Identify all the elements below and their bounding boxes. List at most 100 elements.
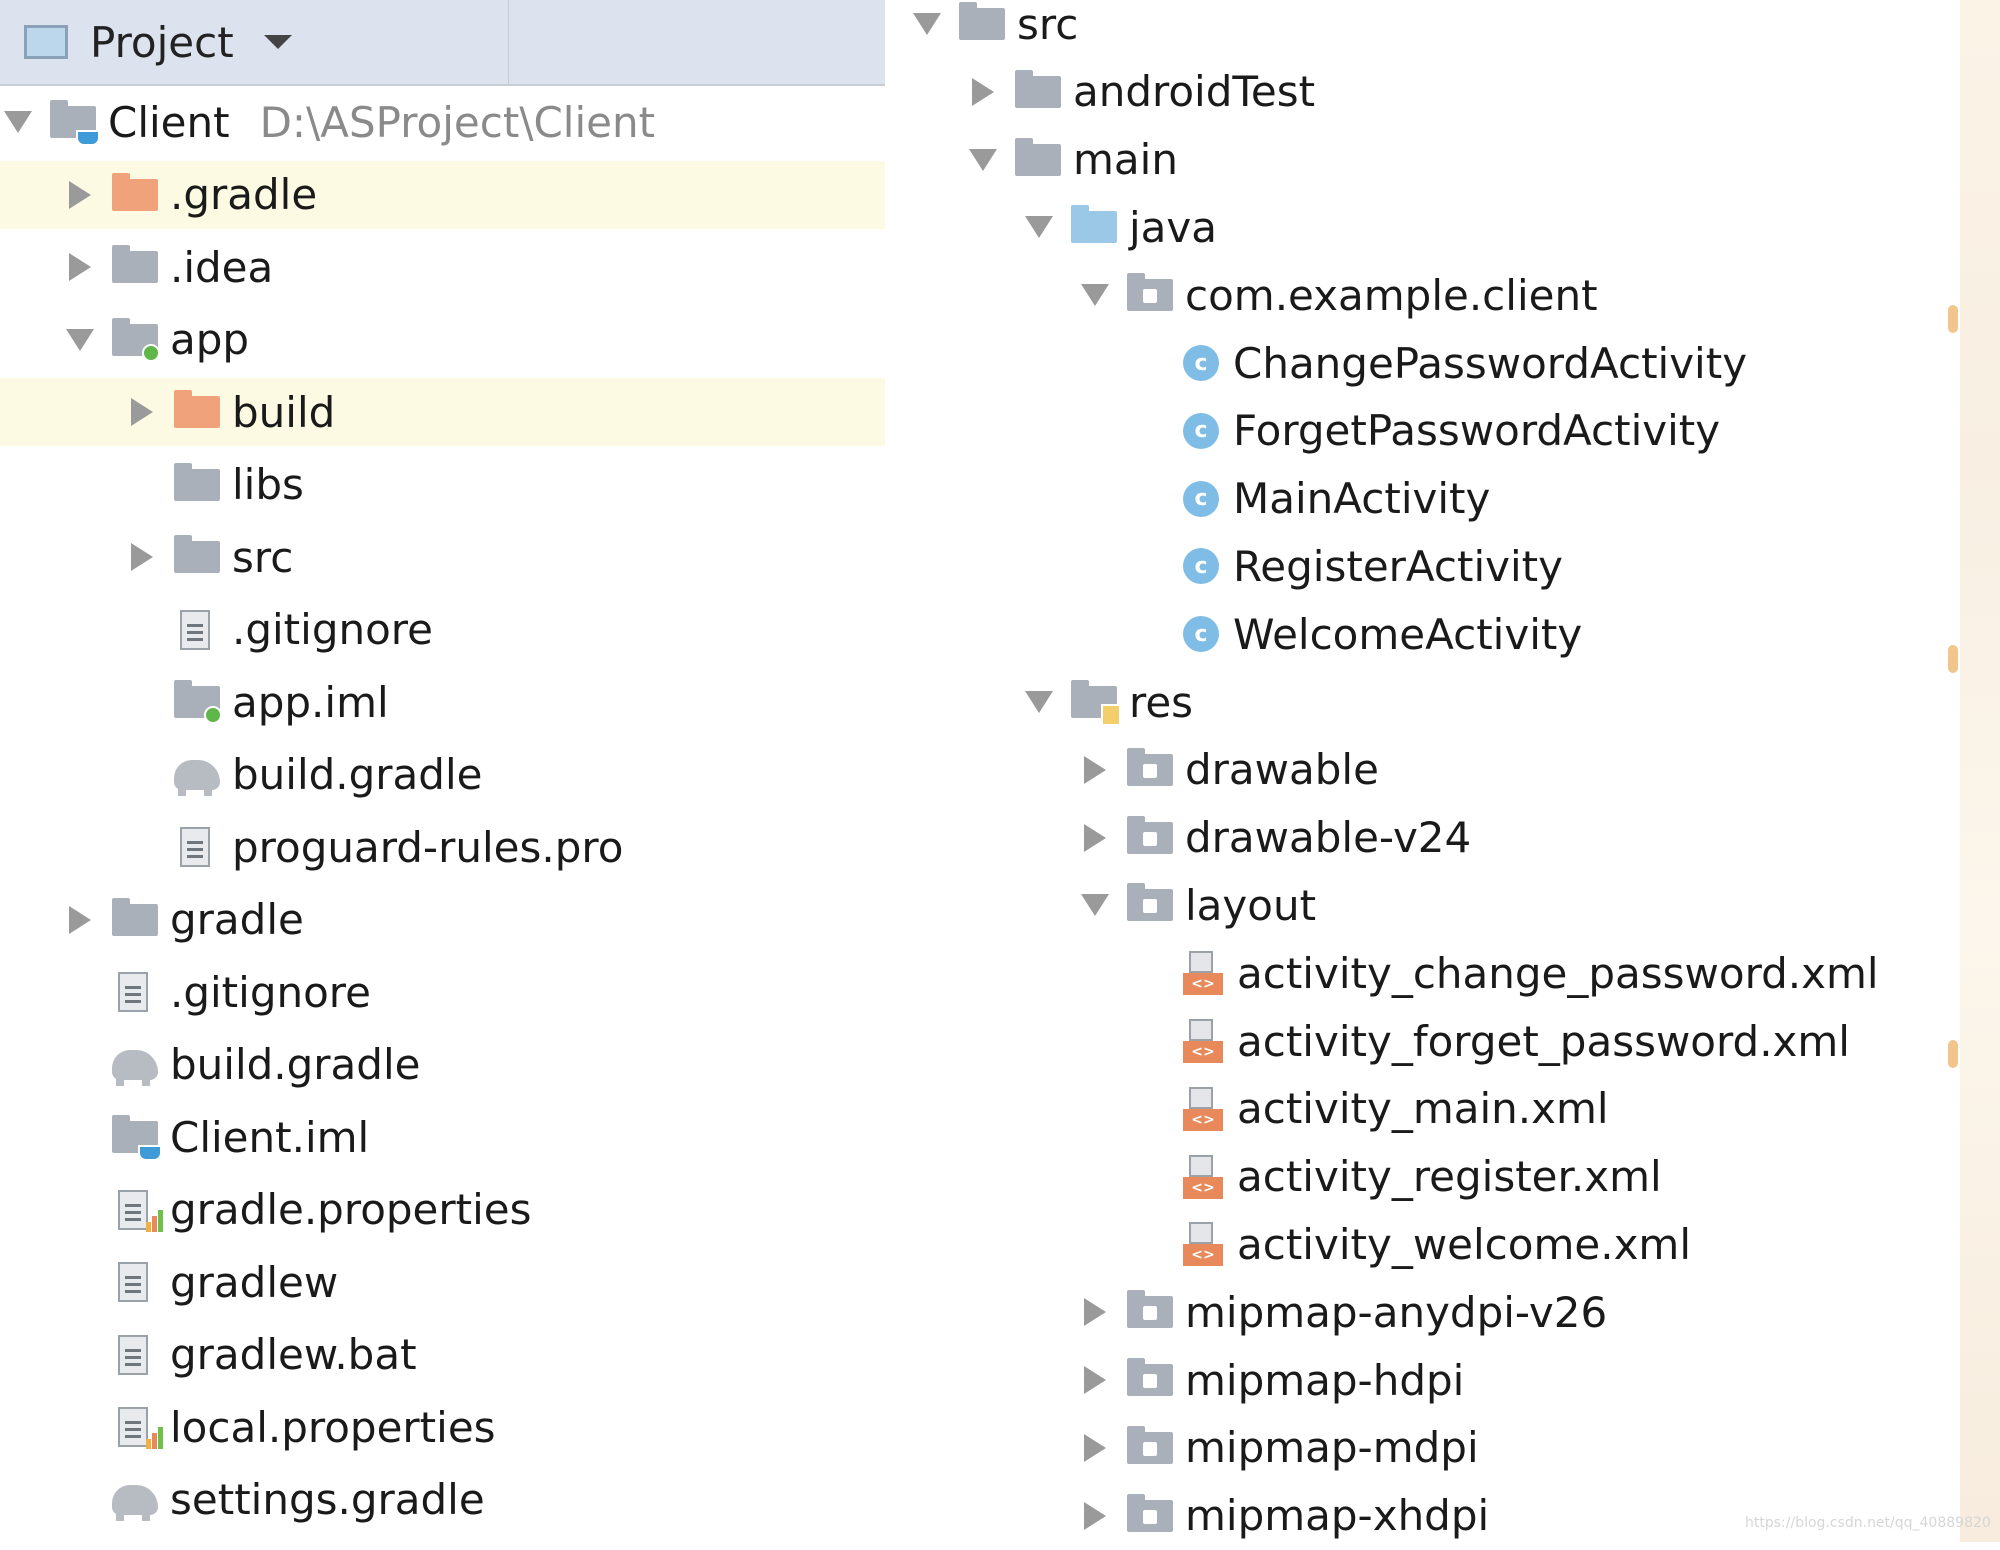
tree-row-settings-gradle[interactable]: settings.gradle — [0, 1466, 885, 1534]
tree-row-gradlew-bat[interactable]: gradlew.bat — [0, 1321, 885, 1389]
folder-icon — [174, 535, 220, 575]
collapse-arrow-icon[interactable] — [1021, 209, 1057, 245]
package-icon — [1127, 883, 1173, 923]
tree-row-mipmap-mdpi[interactable]: mipmap-mdpi — [885, 1414, 1960, 1482]
tree-row-proguard-rules-pro[interactable]: proguard-rules.pro — [0, 813, 885, 881]
expand-arrow-icon[interactable] — [62, 902, 98, 938]
tree-row-app[interactable]: app — [0, 306, 885, 374]
text-file-icon — [174, 827, 220, 867]
chevron-down-icon[interactable] — [263, 35, 292, 49]
tree-row-src[interactable]: src — [885, 0, 1960, 58]
gradle-elephant-icon — [112, 1047, 158, 1086]
expand-arrow-icon[interactable] — [1077, 1430, 1113, 1466]
tree-row-build[interactable]: build — [0, 378, 885, 446]
collapse-arrow-icon[interactable] — [1077, 277, 1113, 313]
tree-row-src[interactable]: src — [0, 523, 885, 591]
tree-row-com-example-client[interactable]: com.example.client — [885, 261, 1960, 329]
tree-item-label: mipmap-hdpi — [1185, 1355, 1465, 1405]
tree-row-client-iml[interactable]: Client.iml — [0, 1103, 885, 1171]
tree-row-main[interactable]: main — [885, 126, 1960, 194]
arrow-spacer — [62, 1337, 98, 1373]
xml-file-icon: <> — [1183, 1154, 1223, 1199]
expand-arrow-icon[interactable] — [1077, 1294, 1113, 1330]
expand-arrow-icon[interactable] — [124, 394, 160, 430]
arrow-spacer — [1133, 1159, 1169, 1195]
tree-row-gradle[interactable]: .gradle — [0, 160, 885, 229]
folder-icon — [112, 897, 158, 938]
expand-arrow-icon[interactable] — [62, 249, 98, 285]
arrow-spacer — [62, 1409, 98, 1445]
tree-row-forgetpasswordactivity[interactable]: c ForgetPasswordActivity — [885, 397, 1960, 465]
tree-item-label: mipmap-mdpi — [1185, 1423, 1479, 1473]
tree-row-drawable[interactable]: drawable — [885, 736, 1960, 804]
tree-row-app-iml[interactable]: app.iml — [0, 668, 885, 736]
expand-arrow-icon[interactable] — [1077, 752, 1113, 788]
expand-arrow-icon[interactable] — [62, 177, 98, 213]
tree-item-label: src — [1017, 0, 1079, 49]
tree-item-label: androidTest — [1073, 67, 1316, 117]
tree-row-build-gradle[interactable]: build.gradle — [0, 1031, 885, 1099]
project-view-selector[interactable]: Project — [0, 0, 508, 84]
tree-row-res[interactable]: res — [885, 668, 1960, 736]
tree-row-drawable-v24[interactable]: drawable-v24 — [885, 804, 1960, 872]
tree-row-gitignore[interactable]: .gitignore — [0, 958, 885, 1026]
package-icon — [1127, 815, 1173, 856]
arrow-spacer — [1133, 548, 1169, 584]
folder-icon — [1015, 137, 1061, 178]
tree-item-label: MainActivity — [1233, 474, 1491, 524]
tree-row-activity-main-xml[interactable]: <> activity_main.xml — [885, 1075, 1960, 1143]
arrow-spacer — [1133, 413, 1169, 449]
tree-item-label: gradlew.bat — [170, 1330, 417, 1379]
tree-item-label: drawable — [1185, 745, 1379, 795]
tree-row-gradle-properties[interactable]: gradle.properties — [0, 1176, 885, 1244]
properties-file-icon — [112, 1189, 163, 1232]
collapse-arrow-icon[interactable] — [62, 322, 98, 358]
tree-row-client[interactable]: Client D:\ASProject\Client — [0, 88, 885, 156]
tree-row-gradlew[interactable]: gradlew — [0, 1248, 885, 1316]
tree-item-label: activity_forget_password.xml — [1237, 1016, 1850, 1066]
tree-row-mainactivity[interactable]: c MainActivity — [885, 465, 1960, 533]
expand-arrow-icon[interactable] — [1077, 1362, 1113, 1398]
tree-row-mipmap-anydpi-v26[interactable]: mipmap-anydpi-v26 — [885, 1278, 1960, 1346]
module-file-icon — [174, 680, 222, 724]
collapse-arrow-icon[interactable] — [965, 142, 1001, 178]
tree-item-label: mipmap-anydpi-v26 — [1185, 1287, 1608, 1337]
tree-row-welcomeactivity[interactable]: c WelcomeActivity — [885, 600, 1960, 668]
tree-item-label: ForgetPasswordActivity — [1233, 406, 1721, 456]
arrow-spacer — [62, 1119, 98, 1155]
collapse-arrow-icon[interactable] — [0, 104, 36, 140]
tree-row-local-properties[interactable]: local.properties — [0, 1393, 885, 1461]
tree-row-registeractivity[interactable]: c RegisterActivity — [885, 532, 1960, 600]
collapse-arrow-icon[interactable] — [909, 6, 945, 42]
tree-row-activity-change-password-xml[interactable]: <> activity_change_password.xml — [885, 939, 1960, 1007]
expand-arrow-icon[interactable] — [1077, 1498, 1113, 1534]
tree-row-layout[interactable]: layout — [885, 871, 1960, 939]
tree-row-gradle[interactable]: gradle — [0, 886, 885, 954]
tree-row-idea[interactable]: .idea — [0, 233, 885, 301]
collapse-arrow-icon[interactable] — [1021, 684, 1057, 720]
tree-row-activity-register-xml[interactable]: <> activity_register.xml — [885, 1143, 1960, 1211]
tree-row-activity-forget-password-xml[interactable]: <> activity_forget_password.xml — [885, 1007, 1960, 1075]
collapse-arrow-icon[interactable] — [1077, 887, 1113, 923]
module-folder-app-icon — [112, 317, 160, 362]
tree-row-activity-welcome-xml[interactable]: <> activity_welcome.xml — [885, 1210, 1960, 1278]
tree-row-mipmap-hdpi[interactable]: mipmap-hdpi — [885, 1346, 1960, 1414]
tree-row-gitignore[interactable]: .gitignore — [0, 596, 885, 664]
xml-file-icon: <> — [1183, 1222, 1223, 1267]
background-strip — [1960, 0, 2000, 1542]
decorative-mark — [1948, 305, 1958, 333]
resources-folder-icon — [1071, 680, 1121, 726]
tree-item-label: .idea — [170, 242, 274, 292]
arrow-spacer — [124, 467, 160, 503]
expand-arrow-icon[interactable] — [124, 539, 160, 575]
tree-row-libs[interactable]: libs — [0, 451, 885, 519]
text-file-icon — [112, 1334, 158, 1375]
tree-row-androidtest[interactable]: androidTest — [885, 58, 1960, 126]
expand-arrow-icon[interactable] — [1077, 820, 1113, 856]
tree-row-changepasswordactivity[interactable]: c ChangePasswordActivity — [885, 329, 1960, 397]
tree-item-label: .gitignore — [232, 605, 433, 654]
module-folder-icon — [50, 100, 100, 146]
expand-arrow-icon[interactable] — [965, 74, 1001, 110]
tree-row-java[interactable]: java — [885, 193, 1960, 261]
tree-row-build-gradle[interactable]: build.gradle — [0, 741, 885, 809]
